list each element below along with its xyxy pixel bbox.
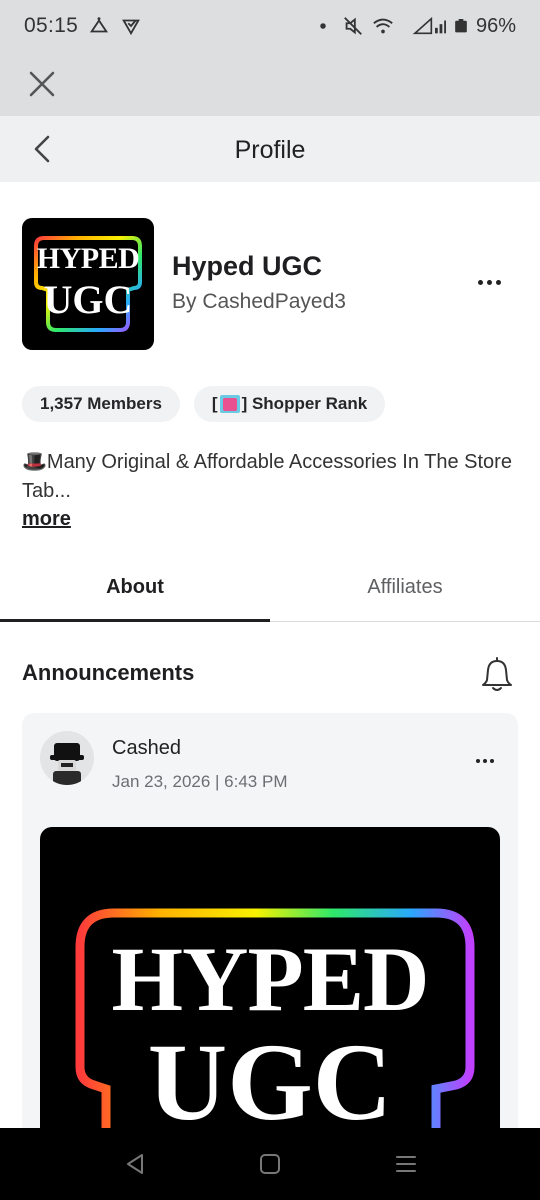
dot — [476, 759, 480, 763]
dot — [495, 279, 501, 285]
close-bar — [0, 52, 540, 116]
post-date: Jan 23, 2026 | 6:43 PM — [112, 772, 288, 791]
menu-lines-icon[interactable] — [392, 1150, 420, 1178]
dot-icon — [320, 23, 326, 29]
logo-text-hyped: HYPED — [36, 242, 140, 275]
announcement-card: Cashed Jan 23, 2026 | 6:43 PM HYPED UGC — [22, 713, 518, 1157]
tab-about[interactable]: About — [0, 552, 270, 622]
tab-affiliates[interactable]: Affiliates — [270, 552, 540, 622]
battery-icon — [455, 19, 467, 33]
wifi-icon — [373, 18, 393, 34]
group-name: Hyped UGC — [172, 251, 323, 281]
shopping-bags-icon — [219, 395, 240, 413]
group-owner[interactable]: By CashedPayed3 — [172, 290, 346, 314]
group-description: 🎩Many Original & Affordable Accessories … — [22, 451, 512, 502]
announcements-title: Announcements — [22, 660, 195, 685]
more-link[interactable]: more — [22, 508, 71, 531]
avatar[interactable] — [40, 731, 94, 785]
back-triangle-icon[interactable] — [122, 1150, 150, 1178]
post-image[interactable]: HYPED UGC — [40, 827, 500, 1157]
nav-bar: Profile — [0, 116, 540, 182]
dot — [483, 759, 487, 763]
rank-pill[interactable]: [ ] Shopper Rank — [193, 386, 386, 422]
dot — [486, 279, 492, 285]
mute-icon — [344, 17, 362, 35]
post-more-button[interactable] — [470, 751, 500, 771]
page-title: Profile — [234, 136, 306, 164]
active-tab-indicator — [0, 619, 270, 622]
check-shield-icon — [122, 19, 140, 36]
dot — [490, 759, 494, 763]
system-nav-bar — [0, 1128, 540, 1200]
image-text-ugc: UGC — [147, 1021, 393, 1143]
members-count: 1,357 Members — [40, 394, 162, 413]
status-time: 05:15 — [24, 14, 79, 37]
alarm-icon — [90, 17, 109, 33]
battery-percent: 96% — [475, 14, 516, 37]
close-icon[interactable] — [24, 66, 60, 102]
rank-prefix: [ — [211, 394, 218, 413]
avatar-figure-icon — [50, 743, 84, 785]
dot — [477, 279, 483, 285]
logo-text-ugc: UGC — [43, 277, 133, 322]
signal-icon — [412, 16, 446, 35]
group-logo[interactable]: HYPED UGC — [22, 218, 154, 350]
home-square-icon[interactable] — [256, 1150, 284, 1178]
group-header: HYPED UGC Hyped UGC By CashedPayed3 — [22, 218, 518, 350]
group-stats: 1,357 Members [ ] Shopper Rank — [22, 386, 386, 422]
more-options-button[interactable] — [472, 272, 506, 292]
bell-icon[interactable] — [478, 656, 516, 694]
status-bar: 05:15 96% — [0, 0, 540, 52]
tab-bar: About Affiliates — [0, 552, 540, 622]
rank-label: ] Shopper Rank — [241, 394, 368, 413]
post-author[interactable]: Cashed — [112, 737, 181, 760]
image-text-hyped: HYPED — [111, 928, 430, 1030]
members-pill[interactable]: 1,357 Members — [22, 386, 180, 422]
